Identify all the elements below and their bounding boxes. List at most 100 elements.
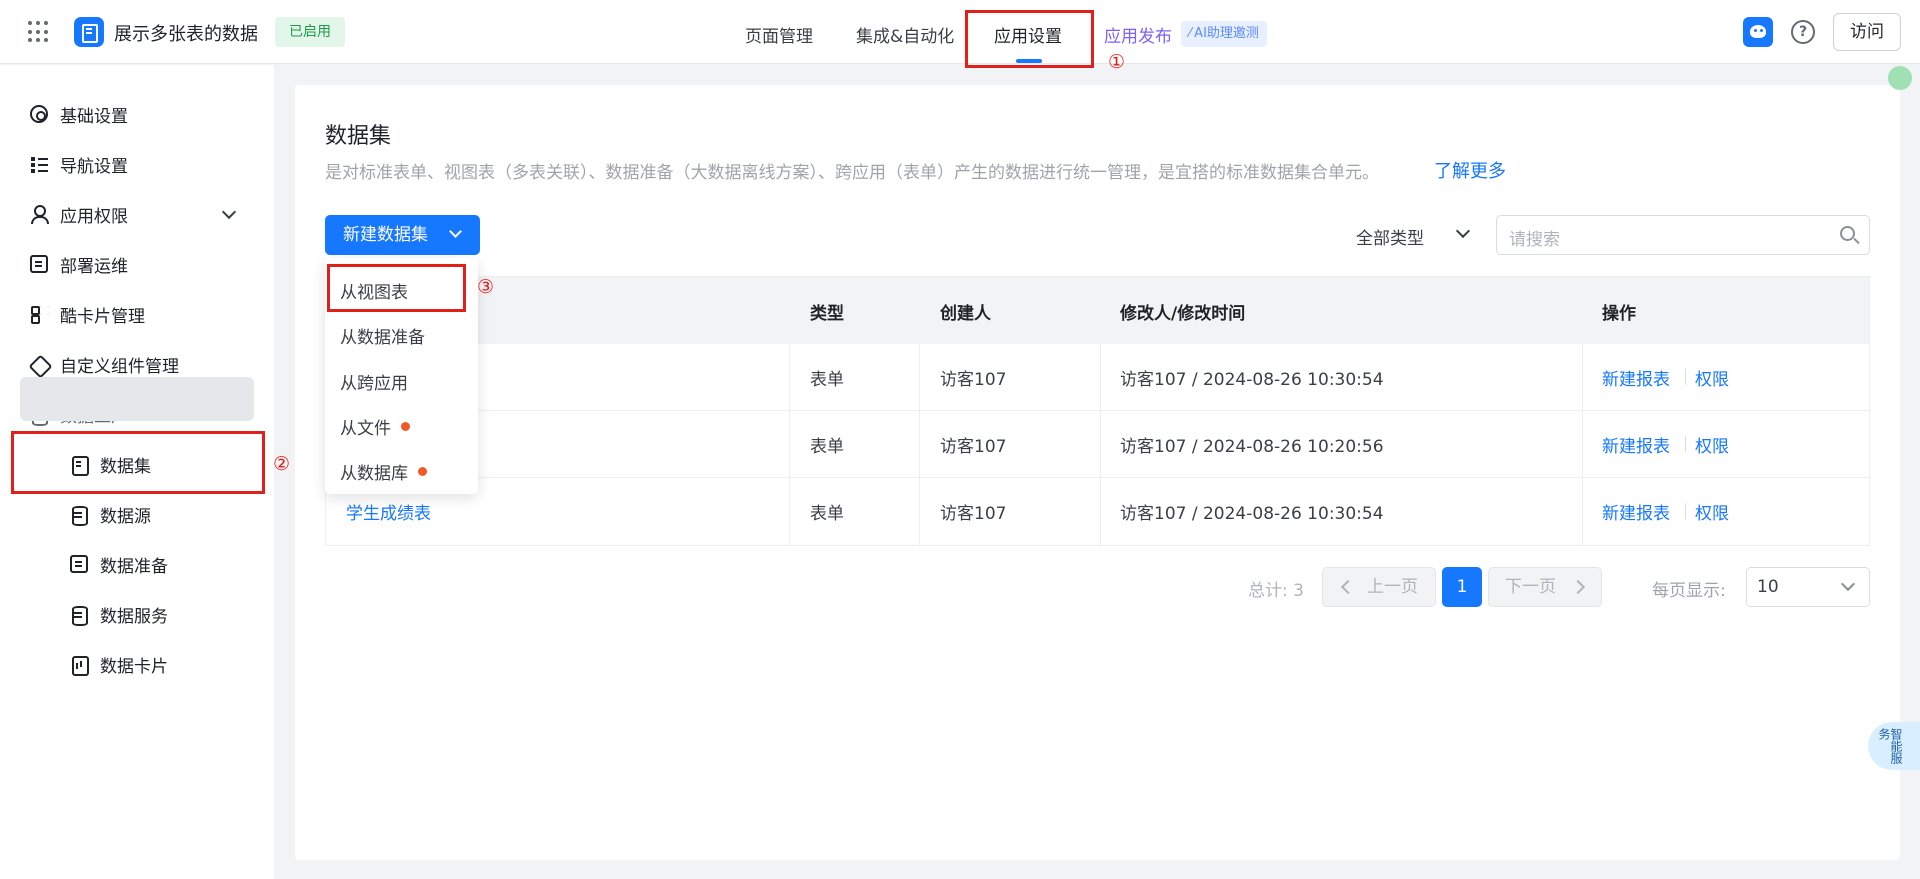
sidebar-item-label: 数据集 xyxy=(100,456,151,477)
sidebar-item-app-permissions[interactable]: 应用权限 xyxy=(30,202,128,227)
ai-badge-label: AI助理邀测 xyxy=(1194,26,1259,41)
permission-link[interactable]: 权限 xyxy=(1695,432,1729,457)
new-report-link[interactable]: 新建报表 xyxy=(1602,499,1670,524)
sidebar-item-label: 基础设置 xyxy=(60,106,128,127)
sidebar-item-data-service[interactable]: 数据服务 xyxy=(70,602,168,627)
column-divider xyxy=(1100,344,1101,545)
page-number-1[interactable]: 1 xyxy=(1442,567,1482,607)
sidebar-item-data-card[interactable]: 数据卡片 xyxy=(70,652,168,677)
page-description: 是对标准表单、视图表（多表关联）、数据准备（大数据离线方案）、跨应用（表单）产生… xyxy=(325,163,1379,183)
database-icon xyxy=(70,505,88,526)
smart-service-label: 智能服务 xyxy=(1877,728,1903,764)
prev-page-label: 上一页 xyxy=(1367,577,1418,597)
chevron-left-icon xyxy=(1340,579,1356,595)
table-header: 类型 创建人 修改人/修改时间 操作 xyxy=(326,277,1869,344)
menu-item-from-view-table[interactable]: 从视图表 xyxy=(340,278,408,303)
search-icon[interactable] xyxy=(1840,226,1855,241)
column-header-actions: 操作 xyxy=(1602,304,1636,324)
cell-type: 表单 xyxy=(810,437,844,457)
tab-page-management[interactable]: 页面管理 xyxy=(745,22,813,47)
assistant-icon[interactable] xyxy=(1743,17,1773,47)
next-page-button[interactable]: 下一页 xyxy=(1488,567,1602,607)
help-icon[interactable]: ? xyxy=(1791,20,1815,44)
sidebar-item-deploy-ops[interactable]: 部署运维 xyxy=(30,252,128,277)
app-grid-icon[interactable] xyxy=(28,21,50,43)
cell-type: 表单 xyxy=(810,504,844,524)
smart-service-tab[interactable]: 智能服务 xyxy=(1868,722,1920,770)
menu-item-from-data-prep[interactable]: 从数据准备 xyxy=(340,323,425,348)
tab-integration-automation[interactable]: 集成&自动化 xyxy=(856,22,954,47)
dataset-icon xyxy=(70,455,89,476)
column-header-type: 类型 xyxy=(810,304,844,324)
table-row: 表单 访客107 访客107 / 2024-08-26 10:20:56 新建报… xyxy=(326,411,1869,478)
dataset-table: 类型 创建人 修改人/修改时间 操作 表单 访客107 访客107 / 2024… xyxy=(325,276,1870,546)
annotation-1: ① xyxy=(1108,51,1126,73)
tab-app-settings[interactable]: 应用设置 xyxy=(994,22,1062,47)
cell-creator: 访客107 xyxy=(940,370,1007,390)
sidebar-item-label: 数据准备 xyxy=(100,556,168,577)
active-item-background xyxy=(20,377,254,421)
deploy-icon xyxy=(30,255,48,273)
user-icon xyxy=(30,205,49,224)
chevron-right-icon xyxy=(1570,579,1586,595)
column-divider xyxy=(789,344,790,545)
visit-button[interactable]: 访问 xyxy=(1833,13,1901,51)
column-header-modified: 修改人/修改时间 xyxy=(1120,304,1246,324)
sidebar-item-custom-components[interactable]: 自定义组件管理 xyxy=(30,352,179,377)
tab-app-publish[interactable]: 应用发布 xyxy=(1104,22,1172,47)
ai-assistant-badge[interactable]: ⁄ AI助理邀测 xyxy=(1181,21,1267,47)
data-card-icon xyxy=(70,655,89,676)
cell-modified: 访客107 / 2024-08-26 10:30:54 xyxy=(1120,370,1384,390)
permission-link[interactable]: 权限 xyxy=(1695,365,1729,390)
permission-link[interactable]: 权限 xyxy=(1695,499,1729,524)
menu-item-from-cross-app[interactable]: 从跨应用 xyxy=(340,369,408,394)
sidebar-item-data-prep[interactable]: 数据准备 xyxy=(70,552,168,577)
status-dot xyxy=(1888,66,1912,90)
page-size-label: 每页显示: xyxy=(1652,581,1726,601)
search-input[interactable]: 请搜索 xyxy=(1496,215,1870,255)
list-icon xyxy=(30,155,48,173)
annotation-3: ③ xyxy=(477,276,495,298)
new-dataset-label: 新建数据集 xyxy=(343,225,428,245)
new-report-link[interactable]: 新建报表 xyxy=(1602,365,1670,390)
ai-sparkle-icon: ⁄ xyxy=(1189,26,1192,41)
sidebar-item-basic-settings[interactable]: 基础设置 xyxy=(30,102,128,127)
page-size-value: 10 xyxy=(1757,577,1779,597)
sidebar-item-card-management[interactable]: 酷卡片管理 xyxy=(30,302,145,327)
new-dataset-button[interactable]: 新建数据集 xyxy=(325,215,480,255)
menu-item-from-database[interactable]: 从数据库 xyxy=(340,459,427,484)
sidebar-item-nav-settings[interactable]: 导航设置 xyxy=(30,152,128,177)
top-bar: 展示多张表的数据 已启用 页面管理 集成&自动化 应用设置 应用发布 ⁄ AI助理… xyxy=(0,0,1920,64)
sidebar-item-label: 应用权限 xyxy=(60,206,128,227)
app-logo-icon xyxy=(74,17,104,47)
chevron-down-icon xyxy=(1840,576,1856,592)
status-badge: 已启用 xyxy=(275,17,345,47)
type-filter[interactable]: 全部类型 xyxy=(1356,224,1424,249)
table-row: 表单 访客107 访客107 / 2024-08-26 10:30:54 新建报… xyxy=(326,344,1869,411)
sidebar-item-datasource[interactable]: 数据源 xyxy=(70,502,151,527)
prev-page-button[interactable]: 上一页 xyxy=(1322,567,1436,607)
sidebar-item-label: 自定义组件管理 xyxy=(60,356,179,377)
menu-item-from-file[interactable]: 从文件 xyxy=(340,414,410,439)
column-header-creator: 创建人 xyxy=(940,304,991,324)
page-size-select[interactable]: 10 xyxy=(1746,567,1870,607)
sidebar-item-label: 数据卡片 xyxy=(100,656,168,677)
active-tab-indicator xyxy=(1016,59,1042,63)
next-page-label: 下一页 xyxy=(1505,577,1556,597)
chevron-down-icon xyxy=(449,225,462,238)
sidebar-item-label: 数据源 xyxy=(100,506,151,527)
action-divider xyxy=(1685,369,1686,385)
new-dataset-dropdown: 从视图表 从数据准备 从跨应用 从文件 从数据库 xyxy=(325,258,478,494)
new-report-link[interactable]: 新建报表 xyxy=(1602,432,1670,457)
menu-item-label: 从数据库 xyxy=(340,464,408,484)
total-count: 总计: 3 xyxy=(1248,581,1304,601)
dataset-name-link[interactable]: 学生成绩表 xyxy=(346,499,431,524)
action-divider xyxy=(1685,436,1686,452)
app-title: 展示多张表的数据 xyxy=(114,24,258,45)
search-placeholder: 请搜索 xyxy=(1509,230,1560,250)
sidebar-item-dataset[interactable]: 数据集 xyxy=(70,452,151,477)
cell-creator: 访客107 xyxy=(940,504,1007,524)
menu-item-label: 从数据准备 xyxy=(340,328,425,348)
sidebar-item-label: 数据服务 xyxy=(100,606,168,627)
learn-more-link[interactable]: 了解更多 xyxy=(1434,157,1506,183)
